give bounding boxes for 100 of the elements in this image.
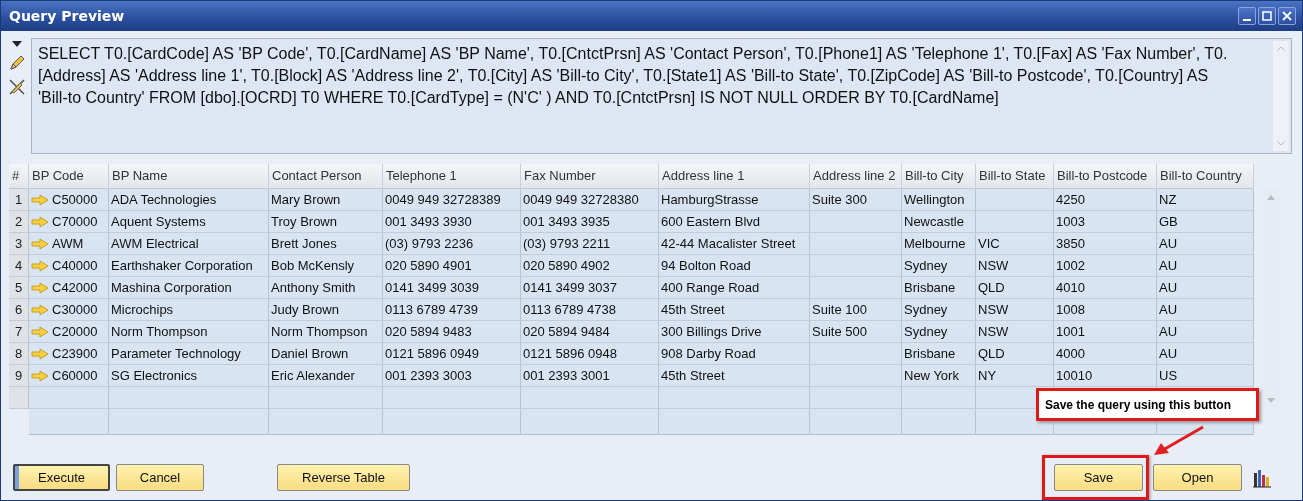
table-cell: 10010 [1054, 365, 1157, 387]
table-cell: 001 3493 3935 [521, 211, 659, 233]
link-arrow-icon[interactable] [31, 259, 49, 272]
table-cell: 400 Range Road [659, 277, 810, 299]
table-cell: Bob McKensly [269, 255, 383, 277]
table-cell: QLD [976, 343, 1054, 365]
table-cell: VIC [976, 233, 1054, 255]
row-number: 5 [9, 277, 29, 299]
table-cell: 001 2393 3003 [383, 365, 521, 387]
table-cell: 300 Billings Drive [659, 321, 810, 343]
table-cell-text: C20000 [52, 323, 98, 341]
table-cell: Daniel Brown [269, 343, 383, 365]
table-cell: 1003 [1054, 211, 1157, 233]
table-cell: 4250 [1054, 189, 1157, 211]
table-cell: Melbourne [902, 233, 976, 255]
link-arrow-icon[interactable] [31, 193, 49, 206]
action-button[interactable]: Reverse Table [277, 464, 410, 491]
column-header[interactable]: Bill-to State [976, 164, 1054, 189]
table-cell: 0121 5896 0948 [521, 343, 659, 365]
action-button[interactable]: Cancel [116, 464, 204, 491]
table-cell: 020 5890 4902 [521, 255, 659, 277]
column-header[interactable]: Address line 2 [810, 164, 902, 189]
eraser-pencil-icon[interactable] [8, 78, 26, 96]
table-cell: 1002 [1054, 255, 1157, 277]
table-cell: Earthshaker Corporation [109, 255, 269, 277]
table-cell: 001 3493 3930 [383, 211, 521, 233]
table-cell-text: C60000 [52, 367, 98, 385]
table-cell: Judy Brown [269, 299, 383, 321]
table-cell: AU [1157, 255, 1254, 277]
link-arrow-icon[interactable] [31, 369, 49, 382]
row-number: 1 [9, 189, 29, 211]
column-header[interactable]: Telephone 1 [383, 164, 521, 189]
pencil-icon[interactable] [8, 54, 26, 72]
column-header[interactable]: Fax Number [521, 164, 659, 189]
table-cell-text: C23900 [52, 345, 98, 363]
table-cell: 0113 6789 4739 [383, 299, 521, 321]
table-cell: 94 Bolton Road [659, 255, 810, 277]
link-arrow-icon[interactable] [31, 281, 49, 294]
action-button[interactable]: Open [1153, 464, 1242, 491]
column-header[interactable]: BP Code [29, 164, 109, 189]
column-header[interactable]: Address line 1 [659, 164, 810, 189]
row-number: 7 [9, 321, 29, 343]
table-cell: Suite 100 [810, 299, 902, 321]
row-number: 3 [9, 233, 29, 255]
link-arrow-icon[interactable] [31, 237, 49, 250]
dropdown-icon[interactable] [11, 40, 23, 48]
minimize-button[interactable] [1238, 7, 1256, 25]
table-cell: (03) 9793 2211 [521, 233, 659, 255]
table-cell: Sydney [902, 255, 976, 277]
table-cell: 0141 3499 3037 [521, 277, 659, 299]
link-arrow-icon[interactable] [31, 215, 49, 228]
table-cell: 42-44 Macalister Street [659, 233, 810, 255]
action-button[interactable]: Save [1054, 464, 1143, 491]
column-header[interactable]: Contact Person [269, 164, 383, 189]
table-cell: Newcastle [902, 211, 976, 233]
link-arrow-icon[interactable] [31, 347, 49, 360]
table-cell-text: C30000 [52, 301, 98, 319]
table-cell: 4000 [1054, 343, 1157, 365]
row-number: 6 [9, 299, 29, 321]
table-cell: AU [1157, 233, 1254, 255]
table-cell: Wellington [902, 189, 976, 211]
link-arrow-icon[interactable] [31, 303, 49, 316]
table-cell: Brisbane [902, 343, 976, 365]
table-cell: AWM Electrical [109, 233, 269, 255]
table-cell: Troy Brown [269, 211, 383, 233]
row-number: 4 [9, 255, 29, 277]
action-button[interactable]: Execute [13, 464, 110, 491]
query-field[interactable]: SELECT T0.[CardCode] AS 'BP Code', T0.[CardName] AS 'BP Name', T0.[CntctPrsn] AS 'Contact Person', T0.[Phone1] AS 'Telephone 1', T0.[Fax] AS 'Fax Number', T0.[Address] AS 'Address line 1', T0.[Block] AS 'Address line 2', T0.[City] AS 'Bill-to City', T0.[State1] AS 'Bill-to State', T0.[ZipCode] AS 'Bill-to Postcode', T0.[Country] AS 'Bill-to Country' FROM [dbo].[OCRD] T0 WHERE T0.[CardType] = (N'C' ) AND T0.[CntctPrsn] IS NOT NULL ORDER BY T0.[CardName] [31, 38, 1292, 154]
table-cell: AU [1157, 299, 1254, 321]
table-cell: 020 5894 9484 [521, 321, 659, 343]
table-cell: Brisbane [902, 277, 976, 299]
table-cell: 45th Street [659, 365, 810, 387]
table-cell-text: C40000 [52, 257, 98, 275]
table-cell: AU [1157, 321, 1254, 343]
close-button[interactable] [1278, 7, 1296, 25]
table-cell: 908 Darby Road [659, 343, 810, 365]
column-header[interactable]: Bill-to Postcode [1054, 164, 1157, 189]
table-cell: 0141 3499 3039 [383, 277, 521, 299]
maximize-button[interactable] [1258, 7, 1276, 25]
table-cell: 45th Street [659, 299, 810, 321]
table-cell: HamburgStrasse [659, 189, 810, 211]
table-cell: 001 2393 3001 [521, 365, 659, 387]
bar-chart-icon[interactable] [1252, 467, 1272, 488]
column-header[interactable]: # [9, 164, 29, 189]
table-cell-text: C70000 [52, 213, 98, 231]
maximize-icon [1261, 10, 1273, 22]
scroll-bar[interactable] [1273, 41, 1289, 151]
link-arrow-icon[interactable] [31, 325, 49, 338]
column-header[interactable]: BP Name [109, 164, 269, 189]
column-header[interactable]: Bill-to Country [1157, 164, 1254, 189]
table-cell: (03) 9793 2236 [383, 233, 521, 255]
table-cell-text: AWM [52, 235, 84, 253]
column-header[interactable]: Bill-to City [902, 164, 976, 189]
table-cell: 0049 949 32728389 [383, 189, 521, 211]
table-cell: 1008 [1054, 299, 1157, 321]
table-cell: NSW [976, 299, 1054, 321]
table-cell: Anthony Smith [269, 277, 383, 299]
close-icon [1281, 10, 1293, 22]
table-cell: Norm Thompson [109, 321, 269, 343]
table-cell: NSW [976, 255, 1054, 277]
